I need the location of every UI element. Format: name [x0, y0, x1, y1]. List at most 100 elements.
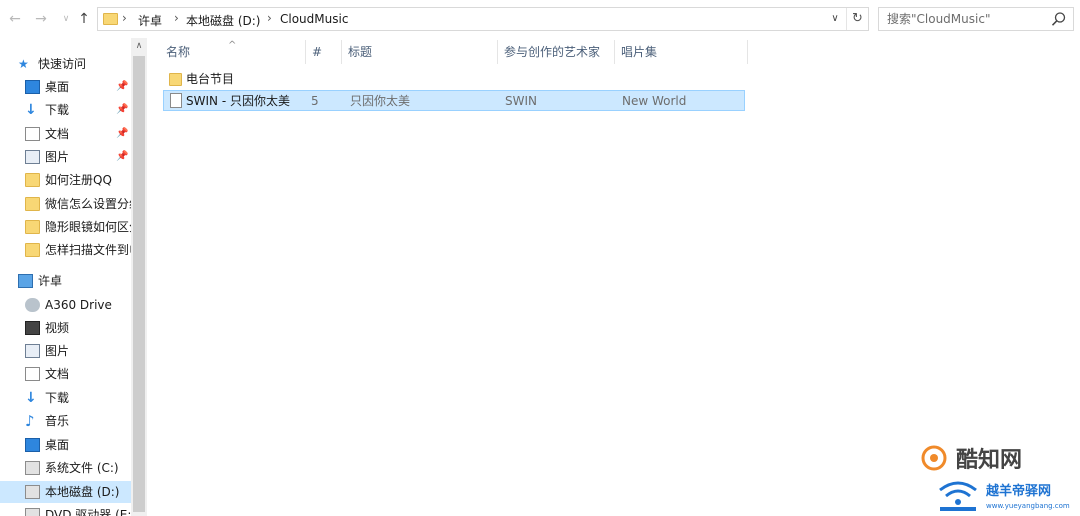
nav-item-downloads[interactable]: ↓ 下载 📌: [0, 99, 131, 121]
nav-item-documents-pc[interactable]: 文档: [0, 363, 131, 385]
cell-album: New World: [622, 94, 687, 108]
table-row[interactable]: SWIN - 只因你太美 5 只因你太美 SWIN New World: [163, 90, 745, 111]
watermark-text: 越羊帝驿网: [986, 484, 1052, 499]
folder-icon: [25, 197, 40, 211]
pin-icon: 📌: [116, 81, 129, 92]
nav-item-folder-scan[interactable]: 怎样扫描文件到电脑: [0, 239, 131, 261]
nav-item-downloads-pc[interactable]: ↓ 下载: [0, 387, 131, 409]
pictures-icon: [25, 344, 40, 358]
column-header-artist[interactable]: 参与创作的艺术家: [498, 40, 615, 64]
nav-item-desktop[interactable]: 桌面 📌: [0, 76, 131, 98]
kuzhi-logo-icon: [921, 445, 947, 471]
download-icon: ↓: [25, 390, 37, 406]
recent-locations-button[interactable]: ∨: [57, 10, 75, 28]
star-icon: ★: [18, 57, 29, 71]
nav-item-label: DVD 驱动器 (E:): [45, 508, 131, 516]
nav-item-label: 下载: [45, 391, 70, 405]
pin-icon: 📌: [116, 128, 129, 139]
column-header-title[interactable]: 标题: [342, 40, 498, 64]
refresh-button[interactable]: ↻: [846, 8, 868, 30]
cell-track: 5: [311, 94, 319, 108]
pin-icon: 📌: [116, 151, 129, 162]
watermark-url: www.yueyangbang.com: [986, 502, 1070, 510]
nav-scrollbar[interactable]: ∧: [131, 38, 147, 516]
folder-icon: [25, 220, 40, 234]
nav-quick-access[interactable]: ★ 快速访问: [0, 53, 131, 75]
nav-item-a360-drive[interactable]: A360 Drive: [0, 294, 131, 316]
nav-item-desktop-pc[interactable]: 桌面: [0, 434, 131, 456]
pictures-icon: [25, 150, 40, 164]
search-input[interactable]: [879, 8, 1049, 30]
breadcrumb-user[interactable]: 许卓: [138, 12, 162, 29]
navigation-pane: ★ 快速访问 桌面 📌 ↓ 下载 📌 文档 📌 图片 📌 如何注册QQ 微信怎么…: [0, 38, 147, 516]
up-button[interactable]: ↑: [75, 10, 93, 28]
address-toolbar: ← → ∨ ↑ › 许卓 › 本地磁盘 (D:) › CloudMusic ∨ …: [0, 0, 1080, 38]
folder-icon: [103, 13, 118, 25]
breadcrumb-separator: ›: [122, 11, 127, 25]
nav-item-label: 图片: [45, 150, 70, 164]
file-icon: [170, 93, 182, 108]
desktop-icon: [25, 438, 40, 452]
breadcrumb-drive-d[interactable]: 本地磁盘 (D:): [186, 12, 260, 29]
address-bar[interactable]: › 许卓 › 本地磁盘 (D:) › CloudMusic ∨ ↻: [97, 7, 869, 31]
nav-item-folder-wechat[interactable]: 微信怎么设置分组: [0, 193, 131, 215]
nav-item-label: 许卓: [38, 274, 63, 288]
folder-icon: [25, 173, 40, 187]
cell-title: 只因你太美: [350, 94, 411, 108]
breadcrumb-separator: ›: [174, 11, 179, 25]
drive-icon: [25, 461, 40, 475]
address-history-button[interactable]: ∨: [826, 10, 844, 28]
chevron-down-icon: ∨: [62, 14, 70, 24]
video-icon: [25, 321, 40, 335]
refresh-icon: ↻: [852, 11, 863, 26]
desktop-icon: [25, 80, 40, 94]
wifi-logo-icon: [939, 481, 977, 511]
column-header-name[interactable]: 名称: [160, 40, 306, 64]
nav-item-drive-d[interactable]: 本地磁盘 (D:): [0, 481, 131, 503]
cell-artist: SWIN: [505, 94, 537, 108]
cell-name: SWIN - 只因你太美: [186, 94, 290, 108]
folder-icon: [25, 243, 40, 257]
nav-item-pictures[interactable]: 图片 📌: [0, 146, 131, 168]
nav-item-dvd-drive[interactable]: DVD 驱动器 (E:): [0, 504, 131, 516]
cell-name: 电台节目: [186, 72, 235, 86]
nav-item-label: 文档: [45, 367, 70, 381]
drive-icon: [25, 485, 40, 499]
nav-item-music[interactable]: ♪ 音乐: [0, 410, 131, 432]
nav-item-label: 快速访问: [38, 57, 87, 71]
nav-item-documents[interactable]: 文档 📌: [0, 123, 131, 145]
nav-item-label: 桌面: [45, 80, 70, 94]
scroll-thumb[interactable]: [133, 56, 145, 512]
nav-item-folder-lens[interactable]: 隐形眼镜如何区分: [0, 216, 131, 238]
column-header-track[interactable]: #: [306, 40, 342, 64]
dvd-drive-icon: [25, 508, 40, 516]
nav-this-pc[interactable]: 许卓: [0, 270, 131, 292]
arrow-right-icon: →: [35, 11, 47, 27]
watermark-yueyang: 越羊帝驿网 www.yueyangbang.com: [930, 472, 1078, 516]
nav-item-label: 本地磁盘 (D:): [45, 485, 120, 499]
breadcrumb-cloudmusic[interactable]: CloudMusic: [280, 12, 348, 26]
nav-item-folder-qq[interactable]: 如何注册QQ: [0, 169, 131, 191]
document-icon: [25, 367, 40, 381]
nav-item-label: 文档: [45, 127, 70, 141]
arrow-left-icon: ←: [9, 11, 21, 27]
scroll-up-button[interactable]: ∧: [131, 38, 147, 54]
search-icon[interactable]: [1051, 11, 1067, 27]
column-header-album[interactable]: 唱片集: [615, 40, 748, 64]
nav-item-label: 桌面: [45, 438, 70, 452]
arrow-up-icon: ↑: [78, 11, 90, 27]
nav-item-label: 隐形眼镜如何区分: [45, 220, 131, 234]
nav-item-videos[interactable]: 视频: [0, 317, 131, 339]
nav-item-label: 系统文件 (C:): [45, 461, 119, 475]
nav-item-label: 音乐: [45, 414, 70, 428]
forward-button[interactable]: →: [32, 10, 50, 28]
nav-item-drive-c[interactable]: 系统文件 (C:): [0, 457, 131, 479]
nav-item-pictures-pc[interactable]: 图片: [0, 340, 131, 362]
music-icon: ♪: [25, 412, 35, 430]
table-row[interactable]: 电台节目: [163, 69, 745, 90]
chevron-up-icon: ∧: [135, 41, 143, 51]
nav-item-label: 怎样扫描文件到电脑: [45, 243, 131, 257]
watermark-kuzhi: 酷知网: [920, 440, 1040, 473]
back-button[interactable]: ←: [6, 10, 24, 28]
search-box[interactable]: [878, 7, 1074, 31]
